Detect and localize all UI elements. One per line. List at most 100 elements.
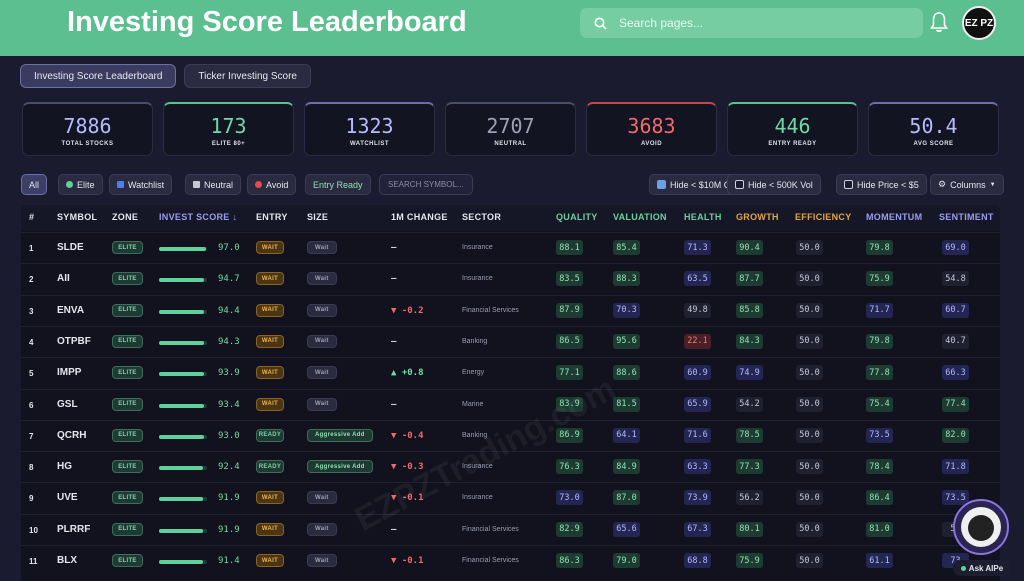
col-quality[interactable]: QUALITY (556, 212, 598, 222)
symbol-cell[interactable]: AII (57, 273, 70, 284)
score-bar-track (159, 340, 207, 345)
sector-cell: Financial Services (462, 306, 519, 314)
symbol-cell[interactable]: PLRRF (57, 524, 90, 535)
score-cell: 93.0 (218, 430, 240, 441)
table-row[interactable]: 9 UVE ELITE 91.9 WAIT Wait ▼ -0.1 Insurance 73.0… (21, 482, 1000, 513)
col-invest-score[interactable]: INVEST SCORE ↓ (159, 212, 237, 222)
col-rank[interactable]: # (29, 212, 34, 222)
score-cell: 97.0 (218, 243, 240, 253)
symbol-cell[interactable]: HG (57, 461, 72, 472)
col-health[interactable]: HEALTH (684, 212, 722, 222)
efficiency-score: 50.0 (796, 240, 823, 255)
checkbox-unchecked-icon[interactable] (735, 180, 744, 189)
table-row[interactable]: 5 IMPP ELITE 93.9 WAIT Wait ▲ +0.8 Energy 77.1 88… (21, 357, 1000, 388)
score-bar-track (159, 560, 207, 564)
filter-elite-button[interactable]: Elite (58, 174, 103, 195)
stat-value: 1323 (345, 114, 394, 138)
table-row[interactable]: 4 OTPBF ELITE 94.3 WAIT Wait — Banking 86.5 95.6 2… (21, 325, 1000, 357)
quality-score: 73.0 (556, 490, 583, 506)
score-bar-fill (159, 528, 204, 533)
filter-all-button[interactable]: All (21, 174, 48, 195)
col-symbol[interactable]: SYMBOL (57, 212, 97, 222)
stat-label: ENTRY READY (768, 141, 817, 147)
filter-watchlist-button[interactable]: Watchlist (109, 174, 173, 195)
filter-bar: All Elite Watchlist Neutral Avoid Entry … (21, 174, 1004, 196)
symbol-cell[interactable]: BLX (57, 555, 77, 566)
sector-cell: Insurance (462, 275, 493, 283)
search-box[interactable] (580, 8, 923, 38)
entry-badge: WAIT (256, 241, 284, 254)
columns-button[interactable]: ⚙ Columns ▼ (930, 174, 1004, 195)
ask-aipe-button[interactable] (953, 499, 1009, 555)
efficiency-score: 50.0 (796, 271, 823, 287)
change-cell: — (391, 243, 397, 253)
col-valuation[interactable]: VALUATION (613, 212, 667, 222)
score-bar-fill (159, 497, 204, 502)
entry-badge: WAIT (256, 554, 284, 567)
col-efficiency[interactable]: EFFICIENCY (795, 212, 852, 222)
avoid-dot-icon (255, 181, 262, 188)
symbol-cell[interactable]: UVE (57, 492, 78, 503)
symbol-cell[interactable]: IMPP (57, 367, 81, 378)
health-score: 60.9 (684, 365, 711, 381)
neutral-square-icon (193, 181, 200, 188)
table-row[interactable]: 3 ENVA ELITE 94.4 WAIT Wait ▼ -0.2 Financial Se… (21, 294, 1000, 326)
filter-avoid-button[interactable]: Avoid (247, 174, 297, 195)
col-size[interactable]: SIZE (307, 212, 328, 222)
efficiency-score: 50.0 (796, 396, 823, 412)
search-input[interactable] (619, 16, 899, 30)
bell-icon[interactable] (929, 11, 949, 33)
symbol-cell[interactable]: ENVA (57, 305, 84, 316)
stat-value: 446 (774, 114, 811, 138)
score-bar-fill (159, 560, 203, 564)
col-1m-change[interactable]: 1M CHANGE (391, 212, 448, 222)
size-badge: Wait (307, 554, 337, 567)
rank-cell: 8 (29, 463, 34, 473)
filter-neutral-button[interactable]: Neutral (185, 174, 242, 195)
sector-cell: Insurance (462, 463, 493, 471)
checkbox-checked-icon[interactable] (657, 180, 666, 189)
ask-aipe-label[interactable]: Ask AIPe (953, 560, 1011, 576)
col-sentiment[interactable]: SENTIMENT (939, 212, 994, 222)
symbol-cell[interactable]: OTPBF (57, 336, 91, 347)
col-zone[interactable]: ZONE (112, 212, 138, 222)
table-row[interactable]: 11 BLX ELITE 91.4 WAIT Wait ▼ -0.1 Financial Se… (21, 545, 1000, 576)
stat-card-entry-ready: 446 ENTRY READY (727, 102, 858, 156)
col-sector[interactable]: SECTOR (462, 212, 501, 222)
hide-500k-vol-toggle[interactable]: Hide < 500K Vol (727, 174, 821, 195)
health-score: 65.9 (684, 396, 711, 412)
checkbox-unchecked-icon[interactable] (844, 180, 853, 189)
growth-score: 56.2 (736, 490, 763, 506)
table-row[interactable]: 7 QCRH ELITE 93.0 READY Aggressive Add ▼ -0.4 B… (21, 419, 1000, 451)
tab-investing-score-leaderboard[interactable]: Investing Score Leaderboard (20, 64, 177, 88)
table-row[interactable]: 10 PLRRF ELITE 91.9 WAIT Wait — Financial Servi… (21, 513, 1000, 545)
hide-price-5-toggle[interactable]: Hide Price < $5 (836, 174, 927, 195)
col-entry[interactable]: ENTRY (256, 212, 288, 222)
filter-entry-ready-button[interactable]: Entry Ready (305, 174, 371, 195)
change-cell: — (391, 274, 397, 285)
symbol-cell[interactable]: GSL (57, 399, 78, 410)
ask-aipe-text: Ask AIPe (968, 563, 1004, 573)
symbol-cell[interactable]: QCRH (57, 430, 86, 441)
rank-cell: 6 (29, 400, 34, 410)
symbol-cell[interactable]: SLDE (57, 242, 84, 253)
table-row[interactable]: 2 AII ELITE 94.7 WAIT Wait — Insurance 83.5 88.3 6… (21, 263, 1000, 294)
score-bar-track (159, 247, 207, 251)
tab-ticker-investing-score[interactable]: Ticker Investing Score (184, 64, 311, 88)
col-growth[interactable]: GROWTH (736, 212, 779, 222)
table-row[interactable]: 8 HG ELITE 92.4 READY Aggressive Add ▼ -0.3 Ins… (21, 451, 1000, 482)
table-row[interactable]: 1 SLDE ELITE 97.0 WAIT Wait — Insurance 88.1 85.4… (21, 232, 1000, 263)
leaderboard-table: # SYMBOL ZONE INVEST SCORE ↓ ENTRY SIZE … (21, 205, 1000, 581)
size-badge: Wait (307, 272, 337, 286)
avatar[interactable]: EZ PZ (962, 6, 996, 40)
score-bar-fill (159, 278, 205, 283)
symbol-search-input[interactable] (379, 174, 473, 195)
sector-cell: Insurance (462, 244, 493, 251)
score-cell: 93.9 (218, 368, 240, 379)
col-momentum[interactable]: MOMENTUM (866, 212, 922, 222)
sector-cell: Marine (462, 400, 484, 408)
efficiency-score: 50.0 (796, 427, 823, 443)
filter-all-label: All (29, 179, 40, 190)
table-header: # SYMBOL ZONE INVEST SCORE ↓ ENTRY SIZE … (21, 205, 1000, 231)
table-row[interactable]: 6 GSL ELITE 93.4 WAIT Wait — Marine 83.9 81.5 65.9… (21, 388, 1000, 420)
